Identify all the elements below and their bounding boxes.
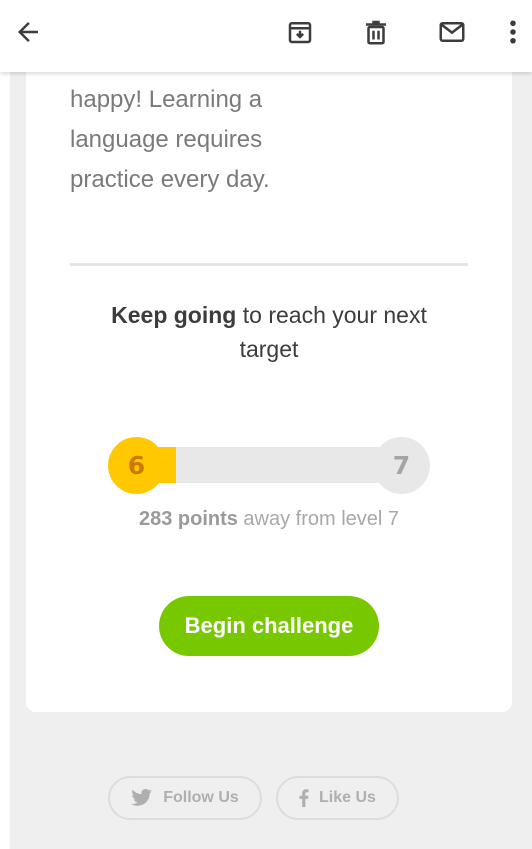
intro-line: language requires: [70, 126, 263, 153]
more-options-button[interactable]: [493, 12, 532, 52]
progress-track: [136, 447, 400, 483]
follow-us-button[interactable]: Follow Us: [108, 776, 262, 820]
back-button[interactable]: [4, 12, 52, 52]
points-rest: away from level 7: [237, 508, 400, 530]
points-count: 283 points: [138, 508, 238, 530]
intro-line: happy! Learning a: [70, 86, 263, 113]
headline-rest: to reach your next target: [236, 302, 427, 362]
headline-bold: Keep going: [111, 302, 237, 328]
trash-icon: [366, 20, 386, 45]
top-app-bar: [0, 0, 532, 72]
email-view: happy! Learning a language requires prac…: [0, 0, 532, 849]
like-us-button[interactable]: Like Us: [276, 776, 399, 820]
twitter-icon: [131, 789, 153, 806]
headline: Keep going to reach your next target: [90, 298, 448, 366]
mark-unread-button[interactable]: [428, 12, 476, 52]
divider: [70, 263, 468, 266]
like-us-label: Like Us: [319, 789, 376, 806]
mail-icon: [439, 22, 465, 42]
intro-text: happy! Learning a language requires prac…: [70, 80, 330, 200]
archive-button[interactable]: [276, 12, 324, 52]
current-level-badge: 6: [108, 437, 165, 494]
facebook-icon: [299, 789, 309, 807]
follow-us-label: Follow Us: [163, 789, 239, 806]
begin-challenge-button[interactable]: Begin challenge: [159, 596, 379, 656]
arrow-left-icon: [18, 22, 38, 42]
points-remaining: 283 points away from level 7: [60, 508, 478, 531]
intro-line: practice every day.: [70, 166, 270, 193]
more-vertical-icon: [510, 20, 516, 44]
next-level-badge: 7: [373, 437, 430, 494]
delete-button[interactable]: [352, 12, 400, 52]
archive-icon: [288, 22, 312, 44]
